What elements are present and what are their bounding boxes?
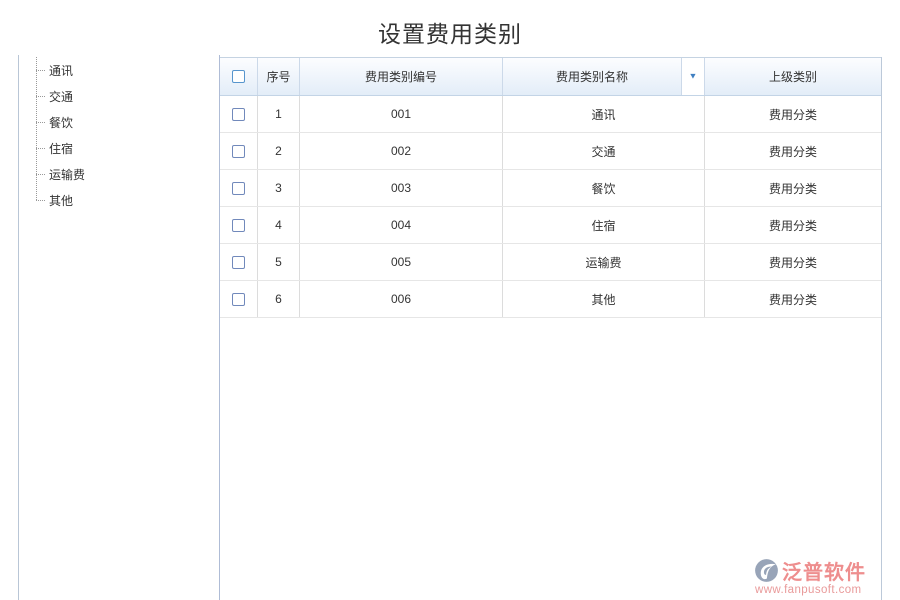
cell-name: 其他 bbox=[503, 281, 705, 317]
table-row: 2 002 交通 费用分类 bbox=[220, 133, 881, 170]
row-checkbox-cell bbox=[220, 281, 258, 317]
column-header-seq: 序号 bbox=[258, 58, 300, 95]
cell-parent: 费用分类 bbox=[705, 170, 881, 206]
tree-item-label: 住宿 bbox=[49, 140, 73, 157]
row-checkbox-cell bbox=[220, 207, 258, 243]
cell-code: 001 bbox=[300, 96, 503, 132]
table-right-border bbox=[881, 57, 882, 600]
category-tree: 通讯 交通 餐饮 住宿 运输费 其他 bbox=[36, 57, 216, 213]
table-row: 4 004 住宿 费用分类 bbox=[220, 207, 881, 244]
tree-item-label: 通讯 bbox=[49, 62, 73, 79]
tree-item-label: 其他 bbox=[49, 192, 73, 209]
fanpu-logo-icon bbox=[753, 557, 780, 584]
cell-name: 通讯 bbox=[503, 96, 705, 132]
cell-code: 005 bbox=[300, 244, 503, 280]
cell-seq: 4 bbox=[258, 207, 300, 243]
column-header-parent: 上级类别 bbox=[705, 58, 881, 95]
cell-parent: 费用分类 bbox=[705, 207, 881, 243]
watermark-brand-text: 泛普软件 bbox=[782, 556, 866, 585]
tree-item-label: 餐饮 bbox=[49, 114, 73, 131]
cell-code: 002 bbox=[300, 133, 503, 169]
tree-connector bbox=[36, 96, 45, 97]
table-body: 1 001 通讯 费用分类 2 002 交通 费用分类 3 00 bbox=[220, 96, 881, 318]
row-checkbox[interactable] bbox=[232, 182, 245, 195]
cell-name: 餐饮 bbox=[503, 170, 705, 206]
cell-parent: 费用分类 bbox=[705, 244, 881, 280]
cell-name: 住宿 bbox=[503, 207, 705, 243]
row-checkbox[interactable] bbox=[232, 219, 245, 232]
row-checkbox-cell bbox=[220, 96, 258, 132]
cell-parent: 费用分类 bbox=[705, 96, 881, 132]
tree-item[interactable]: 通讯 bbox=[36, 57, 216, 83]
row-checkbox[interactable] bbox=[232, 256, 245, 269]
cell-seq: 6 bbox=[258, 281, 300, 317]
tree-item[interactable]: 运输费 bbox=[36, 161, 216, 187]
tree-connector bbox=[36, 122, 45, 123]
categories-table: 序号 费用类别编号 费用类别名称 ▼ 上级类别 1 001 通讯 费用分类 bbox=[220, 57, 881, 318]
select-all-cell bbox=[220, 58, 258, 95]
cell-code: 006 bbox=[300, 281, 503, 317]
tree-item-label: 交通 bbox=[49, 88, 73, 105]
table-row: 1 001 通讯 费用分类 bbox=[220, 96, 881, 133]
column-header-code: 费用类别编号 bbox=[300, 58, 503, 95]
cell-seq: 3 bbox=[258, 170, 300, 206]
row-checkbox-cell bbox=[220, 133, 258, 169]
row-checkbox[interactable] bbox=[232, 293, 245, 306]
row-checkbox-cell bbox=[220, 244, 258, 280]
tree-connector bbox=[36, 200, 45, 201]
column-header-name: 费用类别名称 bbox=[503, 58, 682, 95]
table-row: 3 003 餐饮 费用分类 bbox=[220, 170, 881, 207]
table-header-row: 序号 费用类别编号 费用类别名称 ▼ 上级类别 bbox=[220, 58, 881, 96]
page-title: 设置费用类别 bbox=[0, 15, 900, 49]
row-checkbox[interactable] bbox=[232, 108, 245, 121]
cell-code: 003 bbox=[300, 170, 503, 206]
cell-parent: 费用分类 bbox=[705, 133, 881, 169]
cell-parent: 费用分类 bbox=[705, 281, 881, 317]
tree-item[interactable]: 其他 bbox=[36, 187, 216, 213]
cell-seq: 5 bbox=[258, 244, 300, 280]
tree-item[interactable]: 交通 bbox=[36, 83, 216, 109]
tree-item[interactable]: 住宿 bbox=[36, 135, 216, 161]
cell-code: 004 bbox=[300, 207, 503, 243]
cell-seq: 2 bbox=[258, 133, 300, 169]
watermark: 泛普软件 www.fanpusoft.com bbox=[753, 556, 893, 596]
cell-seq: 1 bbox=[258, 96, 300, 132]
table-row: 6 006 其他 费用分类 bbox=[220, 281, 881, 318]
tree-connector bbox=[36, 70, 45, 71]
tree-trunk-line bbox=[36, 57, 37, 200]
tree-connector bbox=[36, 174, 45, 175]
table-row: 5 005 运输费 费用分类 bbox=[220, 244, 881, 281]
cell-name: 交通 bbox=[503, 133, 705, 169]
watermark-url-text: www.fanpusoft.com bbox=[753, 584, 893, 596]
cell-name: 运输费 bbox=[503, 244, 705, 280]
row-checkbox[interactable] bbox=[232, 145, 245, 158]
tree-connector bbox=[36, 148, 45, 149]
dropdown-arrow-icon: ▼ bbox=[689, 72, 698, 80]
tree-item-label: 运输费 bbox=[49, 166, 85, 183]
panel-left-border bbox=[18, 55, 19, 600]
row-checkbox-cell bbox=[220, 170, 258, 206]
column-dropdown-button[interactable]: ▼ bbox=[682, 58, 705, 95]
select-all-checkbox[interactable] bbox=[232, 70, 245, 83]
tree-item[interactable]: 餐饮 bbox=[36, 109, 216, 135]
